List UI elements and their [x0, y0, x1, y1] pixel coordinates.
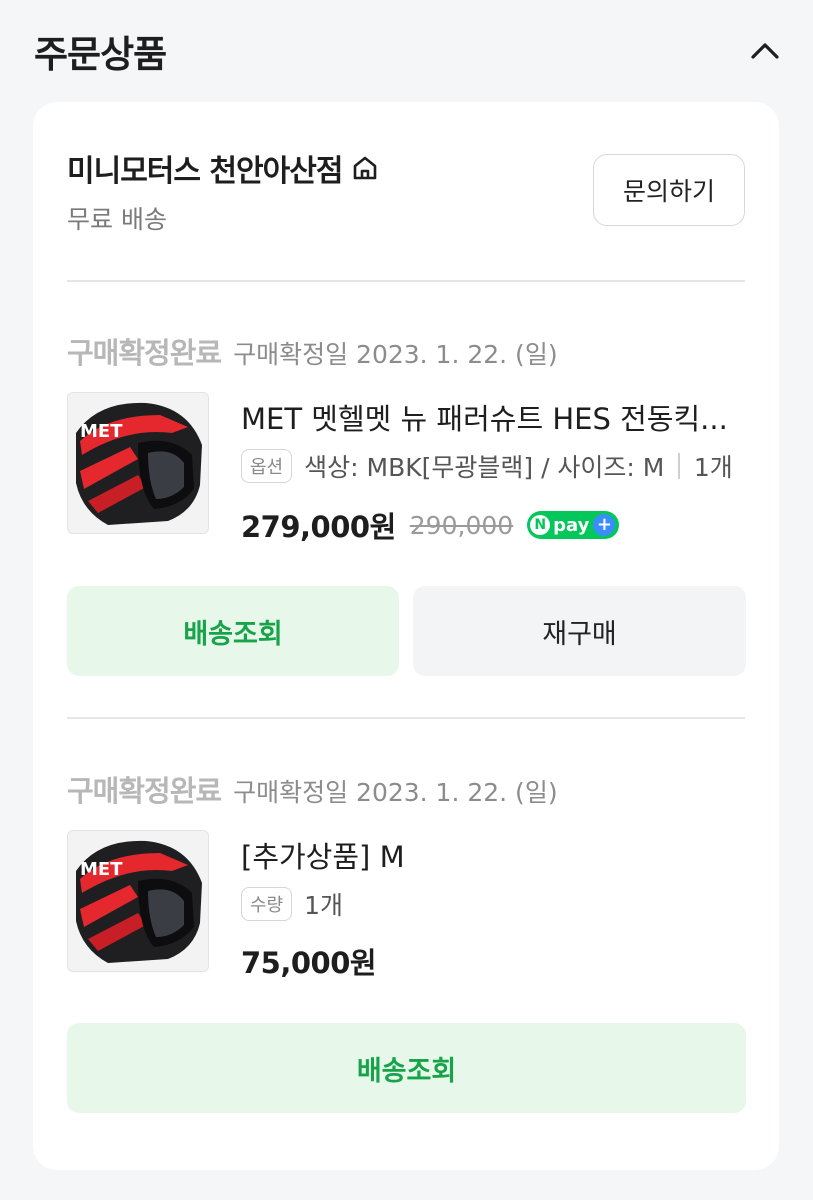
product-thumbnail[interactable]: MET [67, 392, 209, 534]
track-delivery-button[interactable]: 배송조회 [67, 1023, 746, 1113]
section-header: 주문상품 [0, 0, 813, 100]
option-separator [678, 453, 680, 479]
order-card: 미니모터스 천안아산점 무료 배송 문의하기 구매확정완료 구매확정일 2023… [33, 102, 779, 1170]
section-title: 주문상품 [34, 33, 167, 76]
price: 75,000원 [241, 946, 377, 980]
product-option-row: 수량 1개 [241, 886, 343, 922]
npay-label: pay [553, 514, 590, 536]
order-status-line: 구매확정완료 구매확정일 2023. 1. 22. (일) [67, 768, 558, 810]
price-row: 75,000원 [241, 940, 377, 982]
product-thumbnail[interactable]: MET [67, 830, 209, 972]
divider [67, 280, 745, 282]
home-icon [354, 156, 377, 180]
quantity: 1개 [693, 453, 733, 482]
product-name[interactable]: [추가상품] M [241, 834, 746, 876]
quantity: 1개 [304, 891, 344, 920]
order-status: 구매확정완료 [67, 336, 222, 370]
confirm-date: 구매확정일 2023. 1. 22. (일) [233, 340, 558, 369]
npay-n-icon: N [530, 515, 551, 535]
confirm-date: 구매확정일 2023. 1. 22. (일) [233, 778, 558, 807]
original-price: 290,000 [409, 510, 514, 540]
product-option-row: 옵션 색상: MBK[무광블랙] / 사이즈: M 1개 [241, 448, 733, 484]
reorder-button[interactable]: 재구매 [413, 586, 746, 676]
chevron-up-icon[interactable] [748, 34, 782, 68]
order-status-line: 구매확정완료 구매확정일 2023. 1. 22. (일) [67, 330, 558, 372]
product-name[interactable]: MET 멧헬멧 뉴 패러슈트 HES 전동킥... [241, 396, 746, 438]
svg-text:MET: MET [80, 421, 123, 442]
price-row: 279,000원 290,000 N pay + [241, 504, 620, 546]
divider [67, 717, 745, 719]
store-name-row[interactable]: 미니모터스 천안아산점 [67, 146, 380, 190]
store-name: 미니모터스 천안아산점 [67, 154, 343, 189]
npay-plus-badge: N pay + [527, 511, 620, 539]
shipping-info: 무료 배송 [67, 205, 167, 234]
order-status: 구매확정완료 [67, 774, 222, 808]
option-text: 색상: MBK[무광블랙] / 사이즈: M [304, 453, 665, 482]
track-delivery-button[interactable]: 배송조회 [67, 586, 399, 676]
price: 279,000원 [241, 510, 396, 544]
plus-icon: + [593, 514, 616, 536]
svg-text:MET: MET [80, 859, 123, 880]
option-tag: 옵션 [241, 449, 293, 483]
inquire-button[interactable]: 문의하기 [593, 154, 745, 226]
quantity-tag: 수량 [241, 887, 293, 921]
